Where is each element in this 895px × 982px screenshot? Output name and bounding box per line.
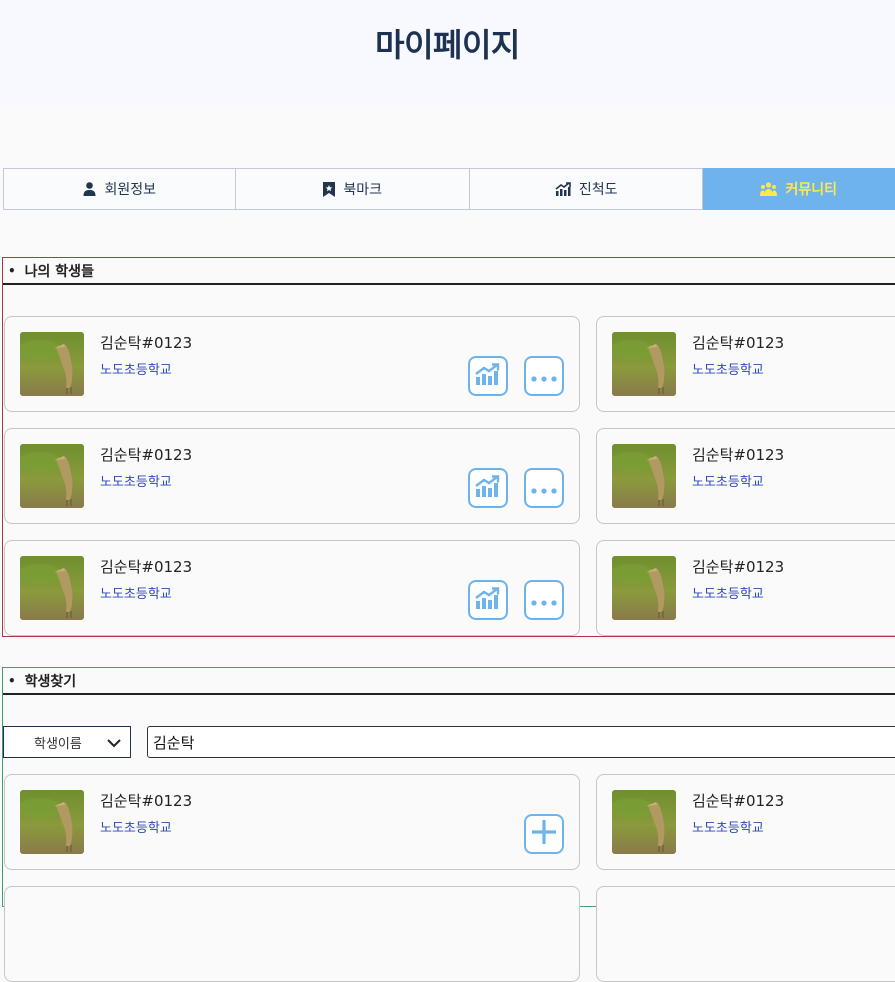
tab-community[interactable]: 커뮤니티 (703, 168, 895, 210)
search-result-card[interactable] (596, 886, 895, 982)
my-students-section: • 나의 학생들 김순탁#0123 노도초등학교 김순탁#0123 노도초등학교… (2, 257, 895, 637)
student-school: 노도초등학교 (100, 821, 172, 836)
student-card[interactable]: 김순탁#0123 노도초등학교 (4, 428, 580, 524)
tab-bookmark[interactable]: 북마크 (236, 168, 470, 210)
section-title: 나의 학생들 (24, 263, 94, 280)
student-name: 김순탁#0123 (100, 792, 193, 810)
student-card[interactable]: 김순탁#0123 노도초등학교 (596, 540, 895, 636)
student-search-input[interactable] (147, 726, 895, 758)
search-filter-select[interactable]: 학생이름 (3, 726, 131, 758)
student-card[interactable]: 김순탁#0123 노도초등학교 (4, 316, 580, 412)
page-header: 마이페이지 (0, 0, 895, 106)
section-header: • 학생찾기 (3, 668, 895, 695)
tab-label: 회원정보 (104, 182, 156, 198)
progress-chart-icon (475, 475, 501, 501)
progress-chart-icon (475, 363, 501, 389)
student-name: 김순탁#0123 (100, 334, 193, 352)
student-school: 노도초등학교 (692, 475, 764, 490)
student-avatar (20, 790, 84, 854)
student-school: 노도초등학교 (100, 475, 172, 490)
progress-chart-button[interactable] (468, 580, 508, 620)
student-name: 김순탁#0123 (692, 334, 785, 352)
more-options-button[interactable] (524, 580, 564, 620)
add-student-button[interactable] (524, 814, 564, 854)
tab-progress[interactable]: 진척도 (469, 168, 704, 210)
section-header: • 나의 학생들 (3, 258, 895, 285)
section-title: 학생찾기 (24, 673, 77, 690)
student-card[interactable]: 김순탁#0123 노도초등학교 (4, 540, 580, 636)
student-name: 김순탁#0123 (692, 446, 785, 464)
find-students-section: • 학생찾기 학생이름 김순탁#0123 노도초등학교 김순탁#0123 노도초… (2, 667, 895, 982)
student-avatar (20, 332, 84, 396)
student-school: 노도초등학교 (692, 821, 764, 836)
student-name: 김순탁#0123 (692, 558, 785, 576)
page-title: 마이페이지 (375, 26, 520, 64)
student-name: 김순탁#0123 (100, 558, 193, 576)
more-icon (530, 367, 558, 386)
bookmark-icon (323, 181, 336, 197)
search-result-card[interactable] (4, 886, 580, 982)
chevron-down-icon (106, 735, 122, 755)
more-options-button[interactable] (524, 468, 564, 508)
student-school: 노도초등학교 (692, 587, 764, 602)
student-school: 노도초등학교 (100, 587, 172, 602)
progress-chart-button[interactable] (468, 356, 508, 396)
more-icon (530, 591, 558, 610)
search-row: 학생이름 (3, 726, 895, 758)
search-result-card[interactable]: 김순탁#0123 노도초등학교 (596, 774, 895, 870)
plus-icon (531, 819, 557, 849)
bullet-icon: • (8, 263, 16, 278)
community-icon (760, 182, 778, 196)
student-name: 김순탁#0123 (692, 792, 785, 810)
progress-chart-icon (475, 587, 501, 613)
student-card[interactable]: 김순탁#0123 노도초등학교 (596, 316, 895, 412)
student-school: 노도초등학교 (100, 363, 172, 378)
more-icon (530, 479, 558, 498)
student-school: 노도초등학교 (692, 363, 764, 378)
student-avatar (612, 444, 676, 508)
student-name: 김순탁#0123 (100, 446, 193, 464)
search-result-card[interactable]: 김순탁#0123 노도초등학교 (4, 774, 580, 870)
bullet-icon: • (8, 673, 16, 688)
student-avatar (20, 444, 84, 508)
student-avatar (612, 332, 676, 396)
user-icon (83, 182, 96, 196)
student-avatar (612, 556, 676, 620)
search-filter-value: 학생이름 (34, 736, 82, 752)
tab-member-info[interactable]: 회원정보 (3, 168, 237, 210)
tab-bar: 회원정보 북마크 진척도 커뮤니티 (3, 168, 895, 210)
more-options-button[interactable] (524, 356, 564, 396)
tab-label: 북마크 (343, 182, 383, 198)
student-avatar (20, 556, 84, 620)
progress-chart-button[interactable] (468, 468, 508, 508)
tab-label: 커뮤니티 (785, 182, 837, 198)
student-avatar (612, 790, 676, 854)
tab-label: 진척도 (578, 182, 618, 198)
progress-chart-icon (555, 182, 571, 196)
student-card[interactable]: 김순탁#0123 노도초등학교 (596, 428, 895, 524)
